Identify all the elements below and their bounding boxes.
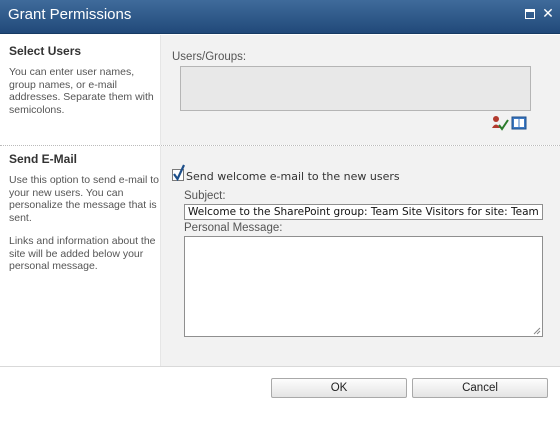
- ok-button[interactable]: OK: [271, 378, 407, 398]
- select-users-section-form: Users/Groups:: [160, 35, 560, 145]
- footer-divider: [0, 366, 560, 367]
- send-email-heading: Send E-Mail: [9, 152, 78, 166]
- maximize-icon[interactable]: [522, 6, 538, 22]
- send-email-note: Links and information about the site wil…: [9, 235, 156, 272]
- cancel-button[interactable]: Cancel: [412, 378, 548, 398]
- checkmark-icon: [173, 164, 185, 181]
- select-users-heading: Select Users: [9, 44, 82, 58]
- resize-grip-icon[interactable]: [533, 327, 541, 335]
- send-email-section-form: Send welcome e-mail to the new users Sub…: [160, 146, 560, 366]
- send-email-section-info: Send E-Mail Use this option to send e-ma…: [0, 146, 160, 366]
- subject-input[interactable]: Welcome to the SharePoint group: Team Si…: [184, 204, 543, 220]
- check-names-icon[interactable]: [491, 115, 509, 131]
- send-email-description: Use this option to send e-mail to your n…: [9, 174, 159, 224]
- select-users-section-info: Select Users You can enter user names, g…: [0, 35, 160, 145]
- select-users-description: You can enter user names, group names, o…: [9, 66, 154, 116]
- send-welcome-label: Send welcome e-mail to the new users: [186, 170, 400, 183]
- address-book-icon[interactable]: [511, 115, 527, 131]
- users-groups-input[interactable]: [180, 66, 531, 111]
- dialog-titlebar: Grant Permissions ✕: [0, 0, 560, 34]
- subject-label: Subject:: [184, 190, 226, 202]
- personal-message-textarea[interactable]: [184, 236, 543, 337]
- dialog-body: Select Users You can enter user names, g…: [0, 35, 560, 425]
- personal-message-label: Personal Message:: [184, 222, 283, 234]
- users-groups-label: Users/Groups:: [172, 51, 247, 63]
- send-welcome-checkbox[interactable]: [172, 164, 185, 181]
- close-icon[interactable]: ✕: [540, 6, 556, 22]
- dialog-title: Grant Permissions: [8, 6, 132, 23]
